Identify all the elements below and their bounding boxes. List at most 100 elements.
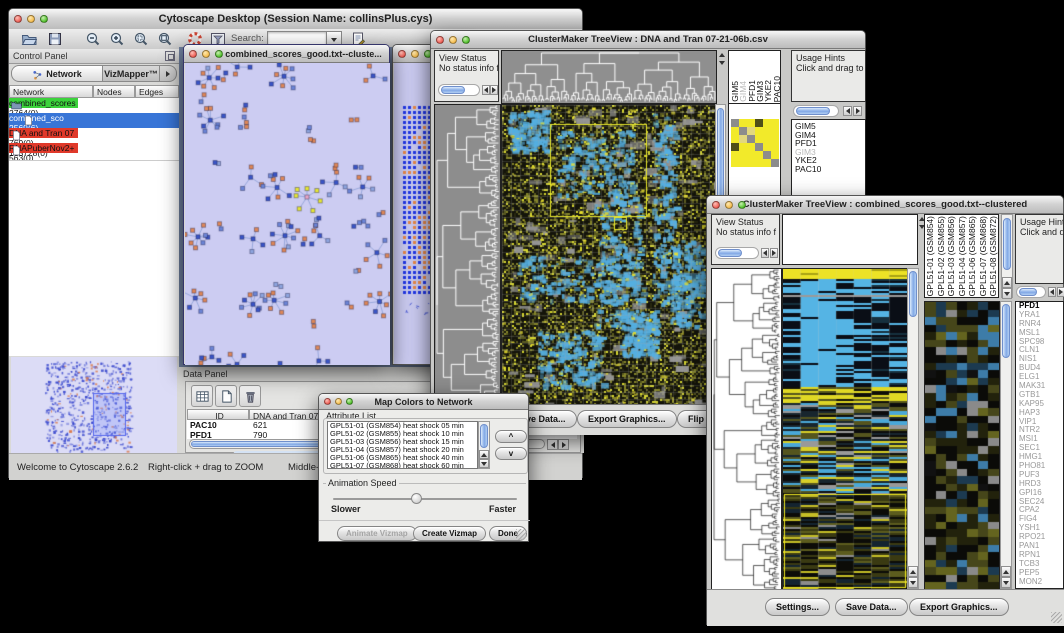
usage-hints-scrollbar[interactable] bbox=[1016, 286, 1046, 298]
attributes-icon[interactable] bbox=[191, 385, 213, 407]
save-data-button[interactable]: Save Data... bbox=[835, 598, 908, 616]
resize-grip[interactable] bbox=[1051, 612, 1062, 623]
zoom-button[interactable] bbox=[40, 15, 48, 23]
settings-button[interactable]: Settings... bbox=[765, 598, 830, 616]
scroll-down-button[interactable] bbox=[479, 459, 489, 468]
minimize-button[interactable] bbox=[411, 50, 419, 58]
minimize-button[interactable] bbox=[27, 15, 35, 23]
scroll-right-button[interactable] bbox=[558, 439, 569, 450]
scrollbar-thumb[interactable] bbox=[1002, 304, 1010, 358]
move-down-button[interactable]: v bbox=[495, 447, 527, 460]
row-label[interactable]: PAC10 bbox=[795, 165, 821, 174]
row-dendrogram[interactable] bbox=[434, 104, 501, 406]
zoom-in-icon[interactable] bbox=[109, 31, 127, 49]
zoomed-heatmap[interactable] bbox=[924, 301, 1000, 591]
tab-vizmapper[interactable]: VizMapper™ bbox=[102, 65, 160, 82]
save-icon[interactable] bbox=[47, 31, 65, 49]
row-dendrogram[interactable] bbox=[711, 268, 782, 591]
create-vizmap-button[interactable]: Create Vizmap bbox=[413, 526, 486, 541]
slider-thumb[interactable] bbox=[411, 493, 422, 504]
network-tree-row[interactable]: combined_sco2569(6)13112(15) bbox=[9, 113, 179, 128]
close-button[interactable] bbox=[14, 15, 22, 23]
column-header-edges[interactable]: Edges bbox=[135, 85, 179, 98]
column-header-network[interactable]: Network bbox=[9, 85, 93, 98]
zoom-button[interactable] bbox=[462, 36, 470, 44]
scroll-right-button[interactable] bbox=[770, 248, 778, 258]
scroll-right-button[interactable] bbox=[1057, 287, 1064, 297]
export-graphics-button[interactable]: Export Graphics... bbox=[909, 598, 1009, 616]
scroll-up-button[interactable] bbox=[1001, 566, 1011, 577]
birdseye-view[interactable] bbox=[11, 357, 177, 453]
network-tree-row[interactable]: combined_scores2764(0)16218(0) bbox=[9, 98, 179, 113]
scrollbar-thumb[interactable] bbox=[1003, 218, 1011, 270]
scroll-up-button[interactable] bbox=[1002, 277, 1012, 288]
column-header-nodes[interactable]: Nodes bbox=[93, 85, 135, 98]
close-button[interactable] bbox=[712, 201, 720, 209]
scroll-left-button[interactable] bbox=[1048, 287, 1056, 297]
gene-label[interactable]: MON2 bbox=[1016, 578, 1063, 587]
scroll-down-button[interactable] bbox=[1001, 577, 1011, 588]
scroll-up-button[interactable] bbox=[479, 450, 489, 459]
tab-overflow-button[interactable] bbox=[159, 65, 177, 82]
view-status-scrollbar[interactable] bbox=[438, 84, 480, 96]
heatmap-view[interactable] bbox=[782, 268, 908, 591]
scroll-left-button[interactable] bbox=[761, 248, 769, 258]
minimize-button[interactable] bbox=[449, 36, 457, 44]
treeview2-titlebar[interactable]: ClusterMaker TreeView : combined_scores_… bbox=[707, 196, 1063, 214]
attribute-item[interactable]: GPL51-07 (GSM868) heat shock 60 min bbox=[328, 462, 477, 469]
delete-icon[interactable] bbox=[239, 385, 261, 407]
zoom-out-icon[interactable] bbox=[85, 31, 103, 49]
close-button[interactable] bbox=[398, 50, 406, 58]
scroll-down-button[interactable] bbox=[908, 577, 918, 588]
network-tree-row[interactable]: RNAPuberNov2+563(0)107847(0) bbox=[9, 143, 179, 158]
open-icon[interactable] bbox=[21, 31, 39, 49]
network-canvas[interactable] bbox=[185, 63, 390, 365]
zoom-selected-icon[interactable] bbox=[133, 31, 151, 49]
scroll-right-button[interactable] bbox=[490, 85, 498, 95]
close-button[interactable] bbox=[189, 50, 197, 58]
network-titlebar[interactable]: combined_scores_good.txt--cluste... bbox=[184, 45, 389, 63]
float-panel-icon[interactable] bbox=[165, 51, 175, 61]
usage-hints-scrollbar[interactable] bbox=[793, 105, 839, 117]
dialog-titlebar[interactable]: Map Colors to Network bbox=[319, 394, 528, 410]
scroll-left-button[interactable] bbox=[843, 106, 852, 116]
zoom-button[interactable] bbox=[215, 50, 223, 58]
similarity-matrix[interactable] bbox=[731, 119, 779, 167]
attribute-list-scrollbar[interactable] bbox=[478, 421, 490, 469]
minimize-button[interactable] bbox=[725, 201, 733, 209]
export-graphics-button[interactable]: Export Graphics... bbox=[577, 410, 677, 428]
scroll-down-button[interactable] bbox=[1002, 288, 1012, 299]
view-status-scrollbar[interactable] bbox=[715, 247, 759, 259]
scroll-right-button[interactable] bbox=[853, 106, 862, 116]
scroll-up-icon[interactable] bbox=[719, 53, 725, 57]
minimize-button[interactable] bbox=[202, 50, 210, 58]
zoom-button[interactable] bbox=[346, 398, 353, 405]
scrollbar-thumb[interactable] bbox=[480, 424, 488, 448]
main-titlebar[interactable]: Cytoscape Desktop (Session Name: collins… bbox=[9, 9, 582, 30]
animate-vizmap-button[interactable]: Animate Vizmap bbox=[337, 526, 417, 541]
column-dendrogram-area[interactable] bbox=[782, 214, 918, 265]
scroll-left-button[interactable] bbox=[547, 439, 558, 450]
column-dendrogram[interactable] bbox=[501, 50, 717, 104]
minimize-button[interactable] bbox=[335, 398, 342, 405]
zoom-fit-icon[interactable] bbox=[157, 31, 175, 49]
resize-grip[interactable] bbox=[516, 529, 527, 540]
zoom-button[interactable] bbox=[738, 201, 746, 209]
zoom-heatmap-vscrollbar[interactable] bbox=[1000, 301, 1012, 589]
scroll-up-button[interactable] bbox=[908, 566, 918, 577]
table-column-header[interactable]: ID bbox=[187, 409, 249, 420]
tab-network[interactable]: Network bbox=[11, 65, 103, 82]
treeview1-titlebar[interactable]: ClusterMaker TreeView : DNA and Tran 07-… bbox=[431, 31, 865, 49]
column-label-scrollbar[interactable] bbox=[1001, 214, 1013, 298]
close-button[interactable] bbox=[324, 398, 331, 405]
move-up-button[interactable]: ^ bbox=[495, 430, 527, 443]
heatmap-vscrollbar[interactable] bbox=[907, 268, 919, 589]
heatmap-view[interactable] bbox=[501, 104, 716, 406]
create-icon[interactable] bbox=[215, 385, 237, 407]
close-button[interactable] bbox=[436, 36, 444, 44]
scroll-down-icon[interactable] bbox=[719, 61, 725, 65]
network-tree-row[interactable]: DNA and Tran 07769(0)183728(0) bbox=[9, 128, 179, 143]
attribute-list[interactable]: GPL51-01 (GSM854) heat shock 05 minGPL51… bbox=[327, 421, 478, 469]
animation-speed-slider[interactable] bbox=[333, 498, 517, 500]
scroll-left-button[interactable] bbox=[482, 85, 490, 95]
